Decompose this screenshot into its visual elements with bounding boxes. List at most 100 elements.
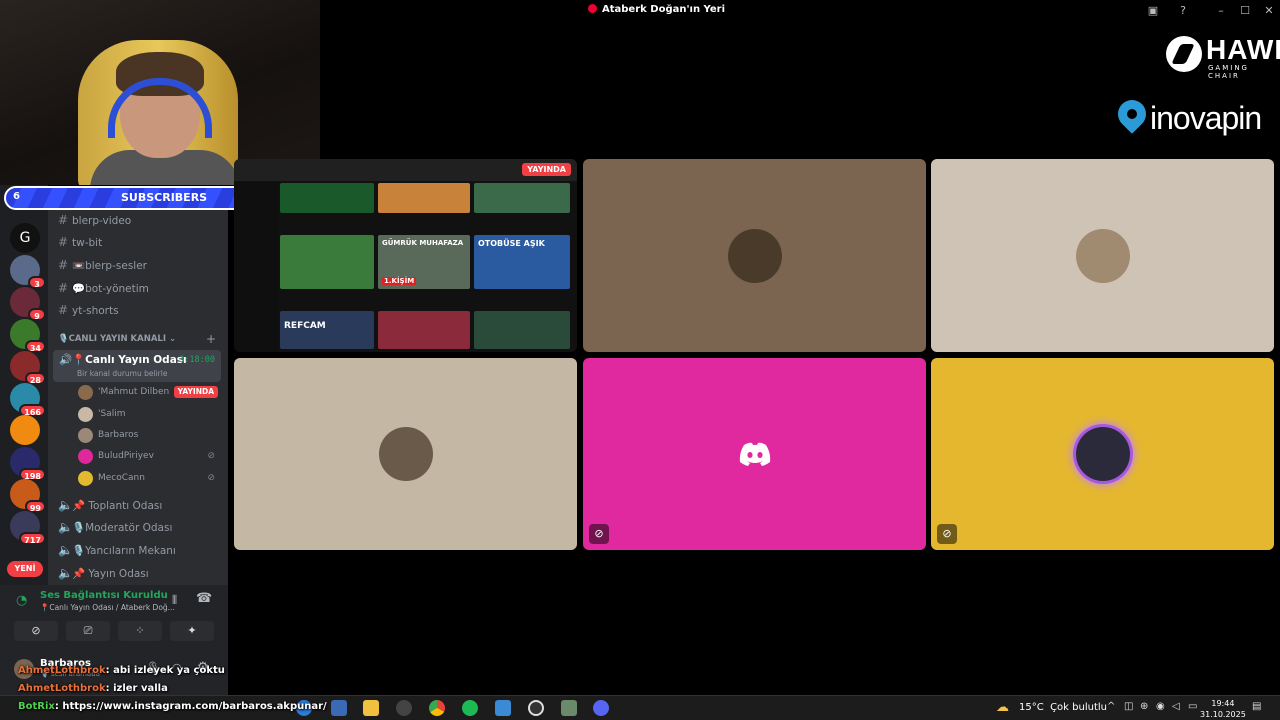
avatar [78, 385, 93, 400]
close-button[interactable]: ✕ [1262, 4, 1276, 18]
folder-icon[interactable] [363, 700, 379, 716]
channel-status-text[interactable]: Bir kanal durumu belirle [77, 369, 167, 378]
server-icon[interactable]: 717 [10, 511, 46, 545]
voice-channel[interactable]: 🔈🎙️Moderatör Odası [58, 517, 223, 537]
voice-channel-active[interactable]: 🔊📍Canlı Yayın Odası 3:18:00 Bir kanal du… [53, 350, 221, 382]
participant-tile[interactable] [234, 358, 577, 550]
subscribers-current: 6 [13, 191, 20, 202]
voice-channel[interactable]: 🔈🎙️Yancıların Mekanı [58, 540, 223, 560]
channel-name: yt-shorts [72, 305, 119, 317]
voice-member[interactable]: 'Mahmut Dilben YAYINDA [78, 382, 223, 402]
hawk-logo-text: HAWK [1206, 34, 1280, 65]
obs-icon[interactable] [528, 700, 544, 716]
soundboard-button[interactable]: ✦ [170, 621, 214, 641]
tray-icon[interactable]: ⊕ [1140, 701, 1148, 712]
discord-icon[interactable] [593, 700, 609, 716]
member-name: 'Mahmut Dilben [98, 387, 170, 397]
avatar [378, 427, 433, 481]
voice-channel[interactable]: 🔈📌 Toplantı Odası [58, 495, 223, 515]
xbox-icon[interactable] [396, 700, 412, 716]
app-icon[interactable] [495, 700, 511, 716]
camera-toggle-button[interactable]: ⊘ [14, 621, 58, 641]
voice-member[interactable]: Barbaros [78, 425, 223, 445]
text-channel[interactable]: # tw-bit [58, 232, 223, 252]
server-icon-g[interactable]: G [10, 223, 40, 253]
notification-icon[interactable]: ▤ [1252, 701, 1261, 712]
clock[interactable]: 19:44 31.10.2025 [1200, 698, 1246, 720]
server-icon[interactable]: 28 [10, 351, 46, 385]
video-thumbnail [280, 235, 374, 289]
channel-name: 📼blerp-sesler [72, 260, 147, 272]
chat-message: AhmetLothbrok: abi izleyek ya çoktu [18, 665, 225, 676]
camera-off-icon: ⊘ [937, 524, 957, 544]
voice-category-header[interactable]: 🎙️CANLI YAYIN KANALI ⌄ [58, 334, 176, 344]
voice-connection-panel: ◔ Ses Bağlantısı Kuruldu 📍Canlı Yayın Od… [0, 585, 228, 655]
volume-icon[interactable]: ◁ [1172, 701, 1180, 712]
avatar [78, 449, 93, 464]
server-icon[interactable]: 166 [10, 383, 46, 417]
participant-tile[interactable]: ⊘ [931, 358, 1274, 550]
live-channel-name: 🔊📍Canlı Yayın Odası [59, 353, 187, 366]
voice-channel-path[interactable]: 📍Canlı Yayın Odası / Ataberk Doğ... [40, 603, 175, 612]
participant-tile[interactable]: ⊘ [583, 358, 926, 550]
video-thumbnail [474, 311, 570, 349]
voice-channel[interactable]: 🔈📌 Yayın Odası [58, 563, 223, 583]
chat-username: AhmetLothbrok [18, 665, 106, 676]
noise-suppression-icon[interactable]: ⫴ [172, 593, 177, 608]
hash-icon: # [58, 281, 69, 295]
screen-share-tile[interactable]: GÜMRÜK MUHAFAZA 1.KİŞİM OTOBÜSE AŞIK REFC… [234, 159, 577, 352]
mail-icon[interactable] [331, 700, 347, 716]
voice-member[interactable]: 'Salim [78, 404, 223, 424]
chevron-up-icon[interactable]: ^ [1107, 701, 1115, 712]
voice-status[interactable]: Ses Bağlantısı Kuruldu [40, 590, 168, 601]
live-badge: YAYINDA [173, 386, 218, 398]
text-channel[interactable]: # 📼blerp-sesler [58, 255, 223, 275]
chat-message: BotRix: https://www.instagram.com/barbar… [18, 701, 327, 712]
participant-tile[interactable] [931, 159, 1274, 352]
camera-off-icon: ⊘ [207, 473, 215, 483]
clock-date: 31.10.2025 [1200, 710, 1246, 719]
new-servers-badge[interactable]: YENİ [7, 561, 43, 577]
server-icon[interactable]: 99 [10, 479, 46, 513]
text-channel[interactable]: # yt-shorts [58, 300, 223, 320]
streamer-webcam [0, 0, 320, 185]
camera-off-icon: ⊘ [207, 451, 215, 461]
camera-off-icon: ⊘ [589, 524, 609, 544]
server-icon[interactable]: 198 [10, 447, 46, 481]
activities-button[interactable]: ⁘ [118, 621, 162, 641]
hawk-emblem-icon [1166, 36, 1202, 72]
server-icon[interactable]: 34 [10, 319, 46, 353]
voice-member[interactable]: MecoCann ⊘ [78, 468, 223, 488]
weather-widget[interactable]: 15°C Çok bulutlu [1019, 702, 1107, 713]
text-channel[interactable]: # blerp-video [58, 210, 223, 230]
inovapin-logo-text: inovapin [1150, 100, 1262, 136]
battery-icon[interactable]: ▭ [1188, 701, 1197, 712]
add-channel-icon[interactable]: + [206, 332, 216, 346]
minimize-button[interactable]: – [1214, 4, 1228, 18]
server-icon[interactable] [10, 415, 40, 445]
text-channel[interactable]: # 💬bot-yönetim [58, 278, 223, 298]
channel-name: tw-bit [72, 237, 103, 249]
help-icon[interactable]: ? [1176, 4, 1190, 18]
maximize-button[interactable]: ☐ [1238, 4, 1252, 18]
disconnect-icon[interactable]: ☎ [196, 591, 212, 606]
hash-icon: # [58, 258, 69, 272]
participant-tile[interactable] [583, 159, 926, 352]
server-icon[interactable]: 3 [10, 255, 46, 289]
channel-name: blerp-video [72, 215, 132, 227]
avatar [78, 428, 93, 443]
wifi-icon[interactable]: ◉ [1156, 701, 1165, 712]
app-icon[interactable] [561, 700, 577, 716]
spotify-icon[interactable] [462, 700, 478, 716]
video-thumbnail: REFCAM [280, 311, 374, 349]
server-icon[interactable]: 9 [10, 287, 46, 321]
chrome-icon[interactable] [429, 700, 445, 716]
cloud-icon: ☁ [996, 700, 1009, 715]
monitor-icon[interactable]: ▣ [1146, 4, 1160, 18]
voice-member[interactable]: BuludPiriyev ⊘ [78, 446, 223, 466]
signal-icon[interactable]: ◔ [16, 593, 27, 608]
tray-icon[interactable]: ◫ [1124, 701, 1133, 712]
member-name: 'Salim [98, 409, 126, 419]
screen-share-button[interactable]: ⎚ [66, 621, 110, 641]
avatar [727, 228, 782, 283]
